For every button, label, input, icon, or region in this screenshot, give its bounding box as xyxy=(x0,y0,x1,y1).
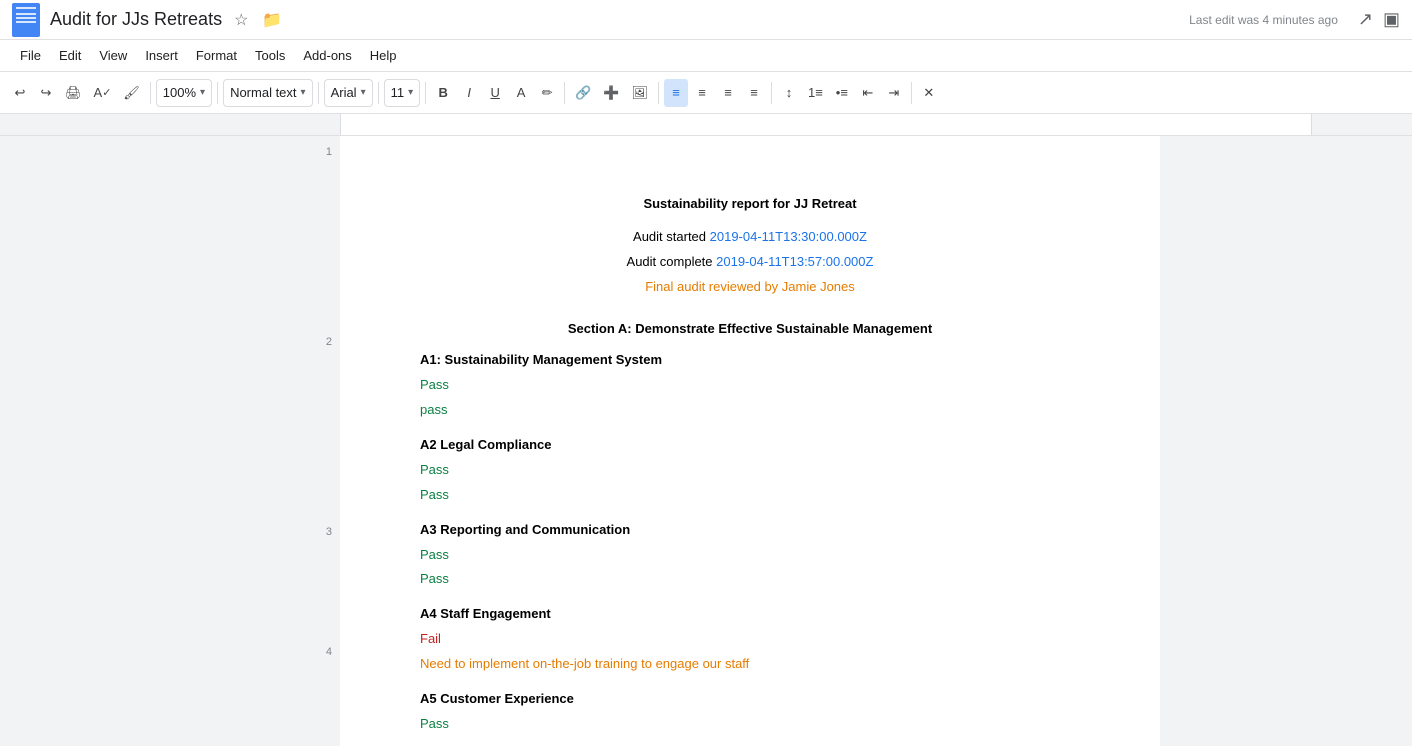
bold-button[interactable]: B xyxy=(431,79,455,107)
line-spacing-button[interactable]: ↕ xyxy=(777,79,801,107)
document-body: Sustainability report for JJ Retreat Aud… xyxy=(340,136,1160,746)
menu-tools[interactable]: Tools xyxy=(247,44,293,67)
toolbar: ↩ ↪ 🖨 A✓ 🖌 100% ▾ Normal text ▾ Arial ▾ … xyxy=(0,72,1412,114)
doc-title: Audit for JJs Retreats xyxy=(50,9,222,30)
menu-file[interactable]: File xyxy=(12,44,49,67)
decrease-indent-button[interactable]: ⇤ xyxy=(856,79,880,107)
font-dropdown[interactable]: Arial ▾ xyxy=(324,79,373,107)
font-chevron: ▾ xyxy=(361,87,366,98)
apps-icon[interactable]: ▣ xyxy=(1383,9,1400,30)
redo-button[interactable]: ↪ xyxy=(34,79,58,107)
style-chevron: ▾ xyxy=(301,87,306,98)
bullet-list-button[interactable]: •≡ xyxy=(830,79,854,107)
separator-4 xyxy=(378,82,379,104)
page-num-2: 2 xyxy=(326,336,332,348)
text-color-button[interactable]: A xyxy=(509,79,533,107)
subsection-a5-title: A5 Customer Experience xyxy=(420,691,1080,706)
align-center-button[interactable]: ≡ xyxy=(690,79,714,107)
a2-result-1: Pass xyxy=(420,460,1080,481)
separator-6 xyxy=(564,82,565,104)
reviewer-text: Final audit reviewed by Jamie Jones xyxy=(645,279,855,294)
insert-image-button[interactable]: ➕ xyxy=(598,79,624,107)
subsection-a4-title: A4 Staff Engagement xyxy=(420,606,1080,621)
right-margin xyxy=(1160,136,1412,746)
spellcheck-button[interactable]: A✓ xyxy=(89,79,117,107)
zoom-dropdown[interactable]: 100% ▾ xyxy=(156,79,212,107)
fontsize-dropdown[interactable]: 11 ▾ xyxy=(384,79,421,107)
separator-5 xyxy=(425,82,426,104)
a2-result-2: Pass xyxy=(420,485,1080,506)
separator-2 xyxy=(217,82,218,104)
audit-started-prefix: Audit started xyxy=(633,229,710,244)
italic-button[interactable]: I xyxy=(457,79,481,107)
fontsize-chevron: ▾ xyxy=(408,87,413,98)
underline-button[interactable]: U xyxy=(483,79,507,107)
style-dropdown[interactable]: Normal text ▾ xyxy=(223,79,313,107)
audit-complete-timestamp: 2019-04-11T13:57:00.000Z xyxy=(716,254,873,269)
menu-format[interactable]: Format xyxy=(188,44,245,67)
align-left-button[interactable]: ≡ xyxy=(664,79,688,107)
ruler xyxy=(0,114,1412,136)
menu-addons[interactable]: Add-ons xyxy=(295,44,359,67)
separator-7 xyxy=(658,82,659,104)
link-button[interactable]: 🔗 xyxy=(570,79,596,107)
clear-format-button[interactable]: ✕ xyxy=(917,79,941,107)
title-bar: Audit for JJs Retreats ☆ 📁 Last edit was… xyxy=(0,0,1412,40)
subsection-a3-title: A3 Reporting and Communication xyxy=(420,522,1080,537)
zoom-value: 100% xyxy=(163,85,196,100)
audit-started-line: Audit started 2019-04-11T13:30:00.000Z xyxy=(420,227,1080,248)
highlight-button[interactable]: ✏ xyxy=(535,79,559,107)
main-area: 1 2 3 4 5 Sustainability report for JJ R… xyxy=(0,136,1412,746)
audit-complete-prefix: Audit complete xyxy=(627,254,717,269)
menu-help[interactable]: Help xyxy=(362,44,405,67)
audit-complete-line: Audit complete 2019-04-11T13:57:00.000Z xyxy=(420,252,1080,273)
last-edit-text: Last edit was 4 minutes ago xyxy=(1189,13,1338,27)
menu-bar: File Edit View Insert Format Tools Add-o… xyxy=(0,40,1412,72)
increase-indent-button[interactable]: ⇥ xyxy=(882,79,906,107)
ruler-inner xyxy=(340,114,1312,135)
page-num-3: 3 xyxy=(326,526,332,538)
page-num-1: 1 xyxy=(326,146,332,158)
top-right-icons: ↗ ▣ xyxy=(1358,9,1400,30)
style-value: Normal text xyxy=(230,85,296,100)
zoom-chevron: ▾ xyxy=(200,87,205,98)
a1-result-1: Pass xyxy=(420,375,1080,396)
left-margin: 1 2 3 4 5 xyxy=(0,136,340,746)
separator-3 xyxy=(318,82,319,104)
insert-photo-button[interactable]: 🖼 xyxy=(627,79,654,107)
a1-result-2: pass xyxy=(420,400,1080,421)
paint-format-button[interactable]: 🖌 xyxy=(118,79,145,107)
menu-edit[interactable]: Edit xyxy=(51,44,89,67)
document-title: Sustainability report for JJ Retreat xyxy=(420,196,1080,211)
menu-insert[interactable]: Insert xyxy=(137,44,186,67)
a3-result-2: Pass xyxy=(420,569,1080,590)
separator-8 xyxy=(771,82,772,104)
title-icons: ☆ 📁 xyxy=(230,8,286,32)
font-value: Arial xyxy=(331,85,357,100)
a3-result-1: Pass xyxy=(420,545,1080,566)
align-right-button[interactable]: ≡ xyxy=(716,79,740,107)
numbered-list-button[interactable]: 1≡ xyxy=(803,79,828,107)
a4-result-2: Need to implement on-the-job training to… xyxy=(420,654,1080,675)
justify-button[interactable]: ≡ xyxy=(742,79,766,107)
page-num-4: 4 xyxy=(326,646,332,658)
section-a-header: Section A: Demonstrate Effective Sustain… xyxy=(420,321,1080,336)
separator-1 xyxy=(150,82,151,104)
fontsize-value: 11 xyxy=(391,85,405,100)
subsection-a2-title: A2 Legal Compliance xyxy=(420,437,1080,452)
subsection-a1-title: A1: Sustainability Management System xyxy=(420,352,1080,367)
menu-view[interactable]: View xyxy=(91,44,135,67)
reviewer-line: Final audit reviewed by Jamie Jones xyxy=(420,277,1080,298)
trending-icon[interactable]: ↗ xyxy=(1358,9,1373,30)
a4-result-1: Fail xyxy=(420,629,1080,650)
separator-9 xyxy=(911,82,912,104)
doc-icon xyxy=(12,3,40,37)
undo-button[interactable]: ↩ xyxy=(8,79,32,107)
a5-result-1: Pass xyxy=(420,714,1080,735)
audit-started-timestamp: 2019-04-11T13:30:00.000Z xyxy=(710,229,867,244)
star-icon[interactable]: ☆ xyxy=(230,8,252,32)
print-button[interactable]: 🖨 xyxy=(60,79,87,107)
folder-icon[interactable]: 📁 xyxy=(258,8,286,32)
